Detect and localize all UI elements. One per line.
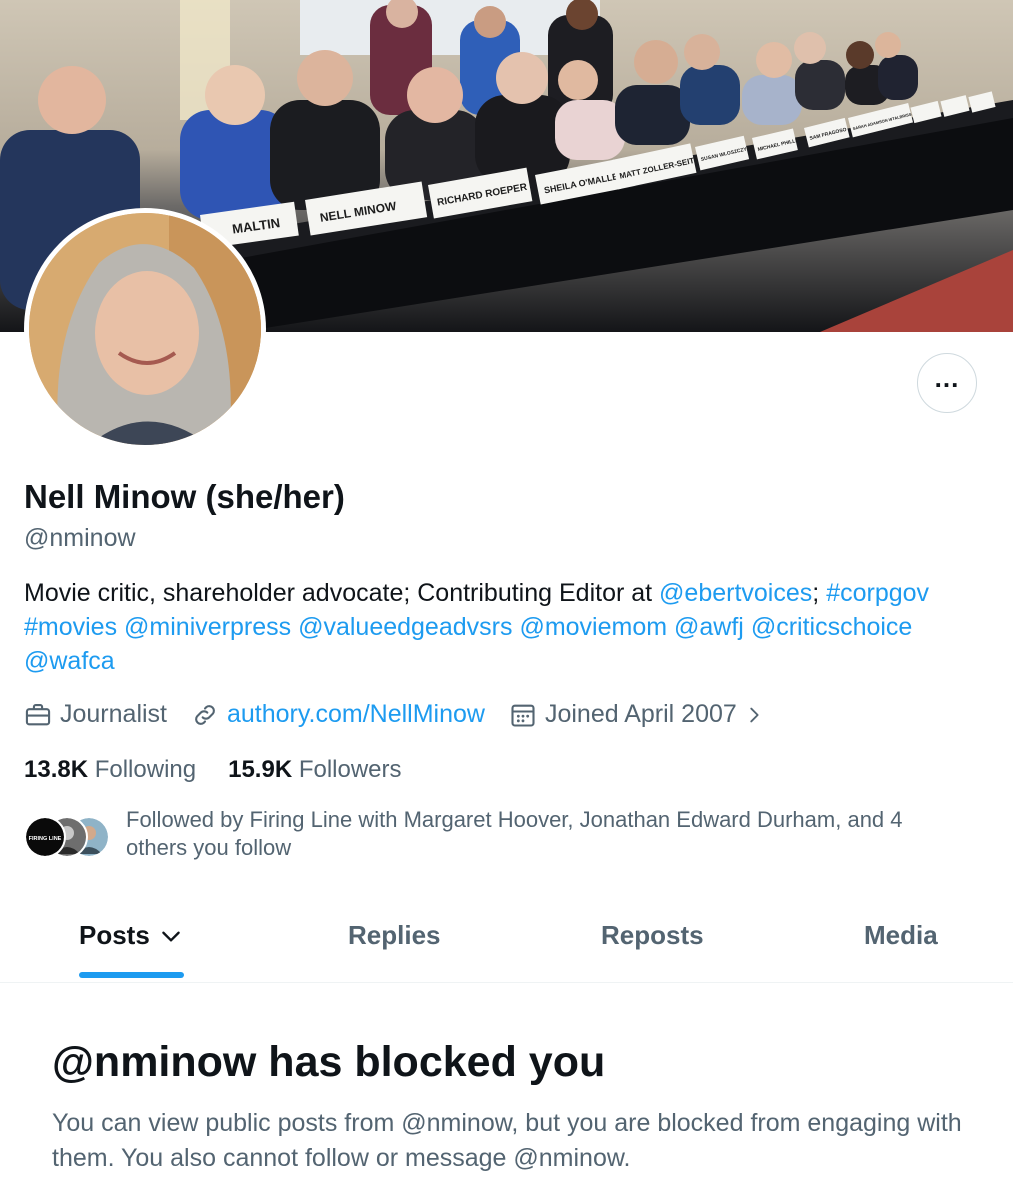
profile-bio: Movie critic, shareholder advocate; Cont… (24, 576, 999, 678)
profession: Journalist (24, 700, 167, 729)
chevron-right-icon (750, 707, 759, 722)
follower-facepile: FIRING LINE (24, 816, 110, 858)
tab-media[interactable]: Media (864, 920, 938, 951)
followers-count: 15.9K (228, 756, 293, 783)
bio-link[interactable]: #corpgov (826, 579, 929, 607)
bio-link[interactable]: @criticschoice (751, 613, 913, 641)
profile-name: Nell Minow (she/her) (24, 478, 345, 515)
follower-avatar: FIRING LINE (24, 816, 66, 858)
profile-stats: 13.8K Following 15.9K Followers (24, 756, 434, 784)
followers-stat[interactable]: 15.9K Followers (228, 756, 401, 784)
bio-text (117, 613, 124, 641)
tab-posts[interactable]: Posts (79, 920, 184, 951)
profile-tabs: Posts Replies Reposts Media (0, 900, 1013, 983)
website-link[interactable]: authory.com/NellMinow (191, 700, 485, 729)
tab-replies[interactable]: Replies (348, 920, 441, 951)
profile-meta: Journalist authory.com/NellMinow Joined … (24, 700, 789, 729)
bio-link[interactable]: @awfj (674, 613, 744, 641)
briefcase-icon (25, 703, 51, 725)
joined-date[interactable]: Joined April 2007 (509, 700, 765, 729)
active-tab-indicator (79, 972, 184, 978)
following-stat[interactable]: 13.8K Following (24, 756, 196, 784)
chevron-down-icon[interactable] (158, 923, 184, 949)
bio-text (667, 613, 674, 641)
followed-by[interactable]: FIRING LINE Followed by Firing Line with… (24, 806, 956, 862)
joined-label: Joined April 2007 (544, 700, 737, 728)
firing-line-logo: FIRING LINE (29, 836, 62, 842)
bio-link[interactable]: #movies (24, 613, 117, 641)
following-label: Following (94, 756, 197, 783)
bio-link[interactable]: @wafca (24, 647, 115, 675)
bio-link[interactable]: @ebertvoices (659, 579, 812, 607)
website-label[interactable]: authory.com/NellMinow (227, 700, 485, 729)
followed-by-text: Followed by Firing Line with Margaret Ho… (126, 807, 903, 860)
avatar-photo (29, 213, 261, 445)
calendar-icon (511, 704, 535, 727)
tab-reposts[interactable]: Reposts (601, 920, 704, 951)
more-horizontal-icon: ... (934, 363, 960, 393)
bio-text (744, 613, 751, 641)
more-options-button[interactable]: ... (917, 353, 977, 413)
following-count: 13.8K (24, 756, 89, 783)
blocked-title: @nminow has blocked you (52, 1038, 606, 1086)
profession-label: Journalist (60, 700, 167, 728)
profile-handle: @nminow (24, 524, 136, 552)
bio-link[interactable]: @moviemom (519, 613, 667, 641)
bio-text: ; (812, 579, 827, 607)
bio-link[interactable]: @valueedgeadvsrs (298, 613, 512, 641)
blocked-message: You can view public posts from @nminow, … (52, 1109, 962, 1172)
followers-label: Followers (298, 756, 402, 783)
link-icon (195, 704, 215, 725)
bio-link[interactable]: @miniverpress (124, 613, 291, 641)
tab-posts-label: Posts (79, 920, 150, 950)
profile-avatar[interactable] (24, 208, 266, 450)
bio-text: Movie critic, shareholder advocate; Cont… (24, 579, 660, 607)
